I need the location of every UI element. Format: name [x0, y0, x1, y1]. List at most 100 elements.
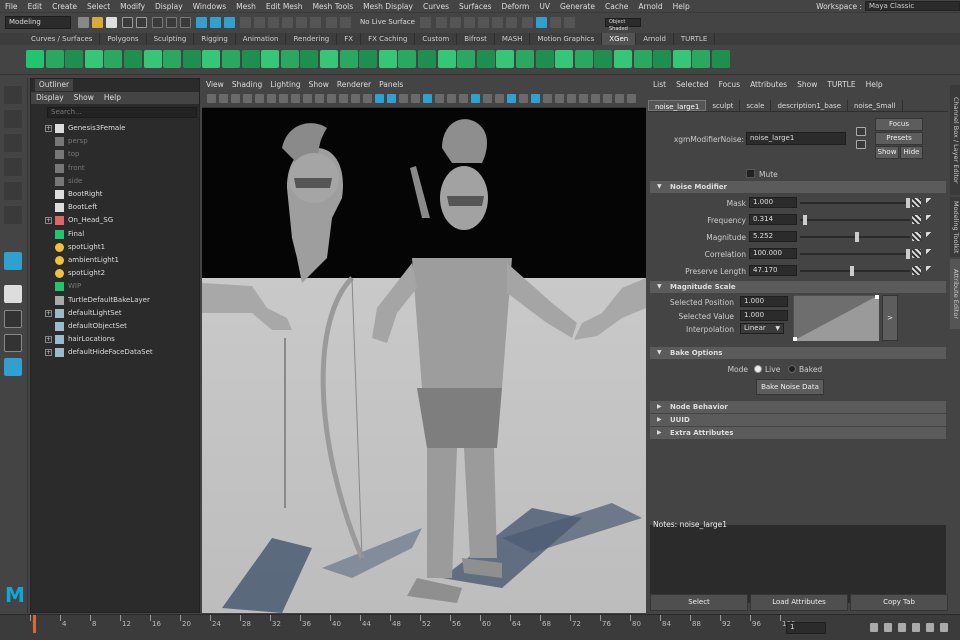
snap-view-icon[interactable] [282, 17, 293, 28]
ipr-render-icon[interactable] [450, 17, 461, 28]
playblast-icon[interactable] [550, 17, 561, 28]
viewport-menu-shading[interactable]: Shading [228, 78, 266, 91]
select-component-icon[interactable] [180, 17, 191, 28]
menu-mesh[interactable]: Mesh [231, 2, 261, 11]
xgen-shelf-tool-30-icon[interactable] [594, 50, 613, 68]
step-back-icon[interactable] [884, 623, 892, 632]
viewport-tool-28-icon[interactable] [531, 94, 540, 103]
viewport-tool-32-icon[interactable] [579, 94, 588, 103]
xgen-shelf-tool-33-icon[interactable] [653, 50, 672, 68]
shelf-tab-mash[interactable]: MASH [495, 33, 531, 45]
shading-mode-dropdown[interactable]: Object Shaded [605, 18, 641, 32]
menu-modify[interactable]: Modify [115, 2, 150, 11]
outliner-title[interactable]: Outliner [35, 79, 73, 91]
menu-file[interactable]: File [0, 2, 23, 11]
time-slider[interactable]: 1481216202428323640444852566064687276808… [0, 614, 960, 640]
slider-handle[interactable] [906, 249, 910, 259]
play-forward-icon[interactable] [912, 623, 920, 632]
new-scene-icon[interactable] [78, 17, 89, 28]
ae-tab-scale[interactable]: scale [740, 100, 772, 111]
viewport-tool-10-icon[interactable] [315, 94, 324, 103]
viewport-tool-12-icon[interactable] [339, 94, 348, 103]
attr-frequency-field[interactable]: 0.314 [749, 214, 797, 225]
xgen-shelf-tool-9-icon[interactable] [182, 50, 201, 68]
attr-preserve-length-field[interactable]: 47.170 [749, 265, 797, 276]
interpolation-dropdown[interactable]: Linear ▼ [740, 323, 784, 334]
section-uuid[interactable]: ▶ UUID [650, 414, 946, 426]
viewport-tool-33-icon[interactable] [591, 94, 600, 103]
outliner-item[interactable]: + Genesis3Female [31, 122, 199, 135]
shelf-tab-bifrost[interactable]: Bifrost [457, 33, 495, 45]
xgen-shelf-tool-29-icon[interactable] [574, 50, 593, 68]
attribute-editor-side-tab[interactable]: Attribute Editor [950, 259, 960, 329]
xgen-shelf-tool-34-icon[interactable] [672, 50, 691, 68]
attr-frequency-slider[interactable] [800, 215, 910, 225]
xgen-shelf-tool-14-icon[interactable] [280, 50, 299, 68]
shelf-tab-motion-graphics[interactable]: Motion Graphics [530, 33, 603, 45]
xgen-shelf-tool-36-icon[interactable] [712, 50, 730, 68]
section-node-behavior[interactable]: ▶ Node Behavior [650, 401, 946, 413]
outliner-item[interactable]: spotLight1 [31, 241, 199, 254]
menu-uv[interactable]: UV [534, 2, 555, 11]
presets-button[interactable]: Presets [875, 132, 923, 145]
xgen-shelf-tool-6-icon[interactable] [124, 50, 142, 68]
xgen-shelf-tool-22-icon[interactable] [437, 50, 456, 68]
layout-two-icon[interactable] [4, 334, 22, 352]
shelf-tab-custom[interactable]: Custom [415, 33, 458, 45]
xgen-shelf-tool-12-icon[interactable] [241, 50, 260, 68]
viewport-tool-14-icon[interactable] [363, 94, 372, 103]
map-texture-icon[interactable] [912, 232, 921, 241]
viewport-tool-5-icon[interactable] [255, 94, 264, 103]
attr-preserve-length-slider[interactable] [800, 266, 910, 276]
shelf-tab-xgen[interactable]: XGen [602, 33, 637, 45]
shelf-tab-curves-surfaces[interactable]: Curves / Surfaces [24, 33, 101, 45]
xgen-shelf-tool-3-icon[interactable] [65, 50, 84, 68]
redo-icon[interactable] [136, 17, 147, 28]
outliner-item[interactable]: defaultObjectSet [31, 320, 199, 333]
xgen-shelf-tool-19-icon[interactable] [378, 50, 397, 68]
outliner-item[interactable]: BootLeft [31, 201, 199, 214]
playhead[interactable] [33, 615, 36, 633]
rotate-tool-icon[interactable] [4, 182, 22, 200]
magnitude-scale-section[interactable]: ▼ Magnitude Scale [650, 281, 946, 293]
layout-single-icon[interactable] [4, 285, 22, 303]
section-extra-attributes[interactable]: ▶ Extra Attributes [650, 427, 946, 439]
attr-mask-slider[interactable] [800, 198, 910, 208]
menu-edit[interactable]: Edit [23, 2, 48, 11]
focus-button[interactable]: Focus [875, 118, 923, 131]
attr-correlation-slider[interactable] [800, 249, 910, 259]
notes-area[interactable] [650, 525, 946, 603]
viewport-tool-11-icon[interactable] [327, 94, 336, 103]
xgen-shelf-tool-1-icon[interactable] [26, 50, 44, 68]
map-texture-icon[interactable] [912, 198, 921, 207]
xgen-shelf-tool-5-icon[interactable] [104, 50, 123, 68]
snap-grid-icon[interactable] [240, 17, 251, 28]
outliner-item[interactable]: front [31, 162, 199, 175]
show-button[interactable]: Show [875, 146, 899, 159]
viewport-tool-26-icon[interactable] [507, 94, 516, 103]
arnold-render-icon[interactable] [522, 17, 533, 28]
menu-surfaces[interactable]: Surfaces [454, 2, 496, 11]
outliner-item[interactable]: side [31, 175, 199, 188]
copy-tab-button[interactable]: Copy Tab [850, 594, 948, 611]
xgen-shelf-tool-31-icon[interactable] [614, 50, 632, 68]
viewport-tool-22-icon[interactable] [459, 94, 468, 103]
outliner-menu-display[interactable]: Display [31, 92, 69, 104]
live-radio[interactable] [754, 365, 762, 373]
outliner-item[interactable]: WIP [31, 280, 199, 293]
outliner-item[interactable]: ambientLight1 [31, 254, 199, 267]
shelf-tab-rendering[interactable]: Rendering [286, 33, 338, 45]
viewport-tool-29-icon[interactable] [543, 94, 552, 103]
viewport-tool-27-icon[interactable] [519, 94, 528, 103]
viewport-tool-31-icon[interactable] [567, 94, 576, 103]
expand-toggle-icon[interactable]: + [45, 336, 52, 344]
slider-handle[interactable] [849, 266, 854, 276]
slider-handle[interactable] [906, 198, 910, 208]
xgen-shelf-tool-16-icon[interactable] [320, 50, 338, 68]
render-frame-icon[interactable] [436, 17, 447, 28]
shelf-tab-rigging[interactable]: Rigging [194, 33, 236, 45]
shelf-tab-polygons[interactable]: Polygons [100, 33, 147, 45]
bake-options-section[interactable]: ▼ Bake Options [650, 347, 946, 359]
snap-curve-icon[interactable] [254, 17, 265, 28]
viewport-menu-lighting[interactable]: Lighting [266, 78, 304, 91]
